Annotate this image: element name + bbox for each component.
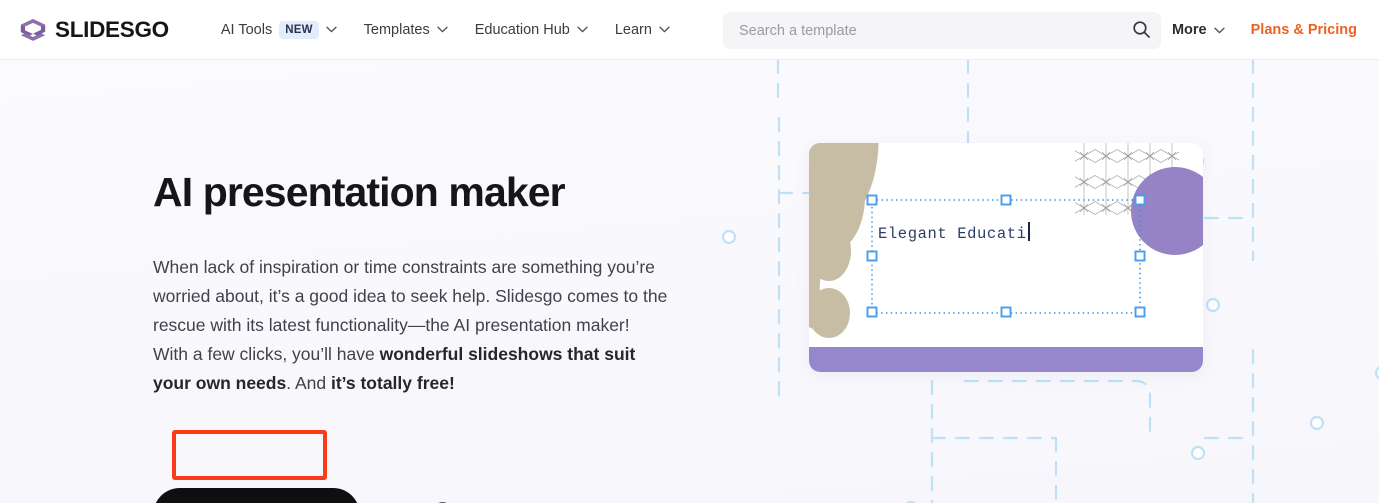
chevron-down-icon (325, 26, 337, 33)
nav-item-ai-tools[interactable]: AI Tools NEW (220, 20, 337, 39)
search-input[interactable] (739, 22, 1121, 39)
hero-description: When lack of inspiration or time constra… (153, 253, 669, 398)
nav-item-education-hub[interactable]: Education Hub (475, 22, 588, 38)
nav-label-learn: Learn (614, 21, 652, 38)
chevron-down-icon (577, 26, 588, 33)
nav-label-education-hub: Education Hub (474, 21, 570, 38)
chevron-down-icon (1213, 27, 1225, 34)
header-right-group: More Plans & Pricing (1172, 0, 1357, 60)
get-started-button[interactable]: Get started (153, 488, 360, 503)
search-icon (1132, 20, 1151, 42)
chevron-down-icon (437, 26, 448, 33)
nav-label-more: More (1171, 22, 1207, 38)
main-nav: AI Tools NEW Templates Education Hub Lea… (220, 20, 670, 39)
slidesgo-logo[interactable]: SLIDESGO (18, 15, 169, 45)
hero-copy-block: AI presentation maker When lack of inspi… (153, 169, 683, 398)
plans-and-pricing-link[interactable]: Plans & Pricing (1251, 22, 1357, 38)
site-header: SLIDESGO AI Tools NEW Templates Educatio… (0, 0, 1379, 60)
hero-description-bold2: it’s totally free! (330, 373, 455, 394)
hero-section: AI presentation maker When lack of inspi… (0, 60, 1379, 503)
nav-label-templates: Templates (363, 21, 430, 38)
nav-label-ai-tools: AI Tools (220, 21, 273, 38)
page-title: AI presentation maker (153, 169, 566, 215)
cta-row: Get started How does it work? (153, 488, 610, 503)
nav-item-more[interactable]: More (1172, 22, 1225, 38)
nav-item-templates[interactable]: Templates (364, 22, 448, 38)
nav-item-learn[interactable]: Learn (615, 22, 670, 38)
new-badge: NEW (279, 20, 319, 39)
slidesgo-logo-icon (18, 15, 48, 45)
slide-preview-card[interactable] (809, 143, 1203, 372)
template-search-box[interactable] (723, 12, 1161, 49)
hero-description-part2: . And (286, 373, 331, 394)
search-button[interactable] (1121, 12, 1161, 49)
chevron-down-icon (659, 26, 670, 33)
logo-wordmark: SLIDESGO (55, 16, 169, 42)
